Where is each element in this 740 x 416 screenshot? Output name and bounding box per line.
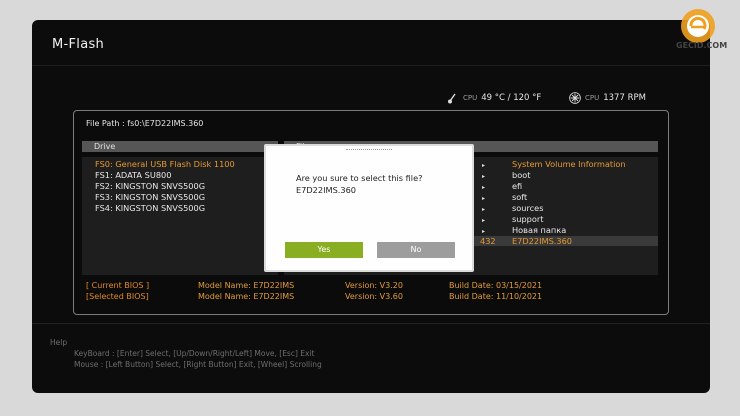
- drive-column-header: Drive: [82, 141, 278, 152]
- drive-item-fs3[interactable]: FS3: KINGSTON SNVS500G: [95, 192, 205, 202]
- folder-arrow-icon: ▸: [482, 184, 486, 191]
- confirm-dialog: Are you sure to select this file? E7D22I…: [264, 144, 474, 272]
- folder-arrow-icon: ▸: [482, 206, 486, 213]
- file-name: efi: [512, 181, 523, 191]
- folder-arrow-icon: ▸: [482, 217, 486, 224]
- cpu-fan-label: CPU: [585, 94, 600, 102]
- help-title: Help: [50, 338, 68, 347]
- file-name: E7D22IMS.360: [512, 236, 573, 246]
- dialog-filename: E7D22IMS.360: [296, 185, 357, 195]
- drive-item-fs0[interactable]: FS0: General USB Flash Disk 1100: [95, 159, 235, 169]
- current-bios-date: Build Date: 03/15/2021: [449, 281, 543, 290]
- cpu-temp-status: CPU 49 °C / 120 °F: [447, 92, 541, 104]
- file-name: support: [512, 214, 544, 224]
- drive-item-fs4[interactable]: FS4: KINGSTON SNVS500G: [95, 203, 205, 213]
- cpu-temp-label: CPU: [463, 94, 478, 102]
- dialog-question: Are you sure to select this file?: [296, 173, 423, 183]
- no-button[interactable]: No: [377, 242, 455, 258]
- file-name: soft: [512, 192, 528, 202]
- current-bios-model: Model Name: E7D22IMS: [198, 281, 295, 290]
- file-name: System Volume Information: [512, 159, 626, 169]
- dialog-grip[interactable]: [346, 149, 392, 152]
- selected-bios-version: Version: V3.60: [345, 292, 403, 301]
- drive-item-fs2[interactable]: FS2: KINGSTON SNVS500G: [95, 181, 205, 191]
- folder-arrow-icon: ▸: [482, 162, 486, 169]
- cpu-fan-value: 1377 RPM: [603, 93, 646, 103]
- selected-bios-date: Build Date: 11/10/2021: [449, 292, 543, 301]
- drive-list: FS0: General USB Flash Disk 1100 FS1: AD…: [82, 157, 278, 275]
- help-keyboard: KeyBoard : [Enter] Select, [Up/Down/Righ…: [74, 349, 315, 358]
- file-path: File Path : fs0:\E7D22IMS.360: [86, 119, 204, 128]
- cpu-temp-value: 49 °C / 120 °F: [481, 93, 542, 103]
- file-size: 432: [480, 236, 496, 246]
- title-divider: [32, 65, 710, 66]
- watermark-text: GECID.COM: [676, 41, 728, 50]
- current-bios-version: Version: V3.20: [345, 281, 403, 290]
- drive-item-fs1[interactable]: FS1: ADATA SU800: [95, 170, 171, 180]
- file-name: Новая папка: [512, 225, 567, 235]
- help-area: Help KeyBoard : [Enter] Select, [Up/Down…: [32, 323, 710, 393]
- folder-arrow-icon: ▸: [482, 173, 486, 180]
- cpu-fan-status: CPU 1377 RPM: [569, 92, 646, 104]
- selected-bios-model: Model Name: E7D22IMS: [198, 292, 295, 301]
- fan-icon: [569, 92, 581, 104]
- thermometer-icon: [448, 93, 456, 104]
- current-bios-label: [ Current BIOS ]: [86, 281, 150, 290]
- help-mouse: Mouse : [Left Button] Select, [Right But…: [74, 360, 322, 369]
- folder-arrow-icon: ▸: [482, 195, 486, 202]
- file-name: boot: [512, 170, 531, 180]
- dialog-message: Are you sure to select this file? E7D22I…: [296, 172, 422, 196]
- selected-bios-label: [Selected BIOS]: [86, 292, 149, 301]
- app-title: M-Flash: [52, 37, 105, 52]
- yes-button[interactable]: Yes: [285, 242, 363, 258]
- file-name: sources: [512, 203, 544, 213]
